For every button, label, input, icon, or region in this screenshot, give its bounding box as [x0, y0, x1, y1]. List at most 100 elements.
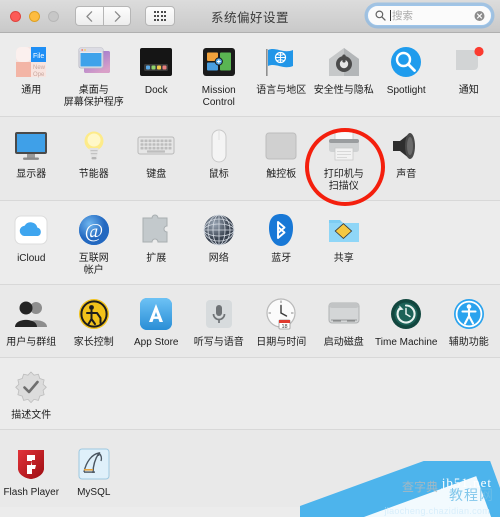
pref-item-flash-player[interactable]: Flash Player: [0, 444, 63, 499]
pref-item-label: 触控板: [266, 169, 297, 180]
pref-item-time-machine[interactable]: Time Machine: [375, 294, 438, 349]
hardware-row: 显示器 节能器 键盘 鼠标 触控板 打印机与 扫描仪 声音: [0, 117, 500, 201]
internet-accounts-icon: @: [74, 210, 114, 250]
pref-item-label: 描述文件: [11, 409, 52, 421]
forward-button[interactable]: [103, 6, 131, 26]
accessibility-icon: [449, 294, 489, 334]
pref-item-label: 声音: [396, 169, 417, 180]
flash-player-icon: [11, 444, 51, 484]
pref-item-label: iCloud: [17, 253, 46, 264]
desktop-screensaver-icon: [74, 42, 114, 82]
sound-icon: [386, 126, 426, 166]
pref-item-internet-accounts[interactable]: @ 互联网 帐户: [63, 210, 126, 276]
pref-item-label: 打印机与 扫描仪: [323, 169, 364, 192]
svg-text:Ope: Ope: [33, 72, 45, 78]
mission-control-icon: [199, 42, 239, 82]
pref-item-app-store[interactable]: App Store: [125, 294, 188, 349]
pref-item-bluetooth[interactable]: 蓝牙: [250, 210, 313, 276]
pref-item-spotlight[interactable]: Spotlight: [375, 42, 438, 108]
pref-item-accessibility[interactable]: 辅助功能: [438, 294, 500, 349]
mysql-icon: [74, 444, 114, 484]
search-input[interactable]: 搜索: [367, 5, 492, 26]
pref-item-language-region[interactable]: 语言与地区: [250, 42, 313, 108]
pref-item-sound[interactable]: 声音: [375, 126, 438, 192]
pref-item-label: 辅助功能: [448, 337, 489, 348]
pref-item-extensions[interactable]: 扩展: [125, 210, 188, 276]
svg-text:18: 18: [282, 324, 288, 330]
chevron-left-icon: [86, 10, 93, 22]
general-icon: File New Ope: [11, 42, 51, 82]
pref-item-network[interactable]: 网络: [188, 210, 251, 276]
pref-item-label: 扩展: [146, 253, 167, 264]
pref-item-profiles[interactable]: 描述文件: [0, 367, 63, 422]
printers-scanners-icon: [324, 126, 364, 166]
search-field-wrapper[interactable]: 搜索: [367, 5, 492, 26]
pref-item-sharing[interactable]: 共享: [313, 210, 376, 276]
pref-item-mysql[interactable]: MySQL: [63, 444, 126, 499]
pref-item-label: 蓝牙: [271, 253, 292, 264]
pref-item-label: 键盘: [146, 169, 167, 180]
pref-item-icloud[interactable]: iCloud: [0, 210, 63, 276]
users-groups-icon: [11, 294, 51, 334]
pref-item-label: 网络: [208, 253, 229, 264]
pref-item-general[interactable]: File New Ope 通用: [0, 42, 63, 108]
pref-item-startup-disk[interactable]: 启动磁盘: [313, 294, 376, 349]
profiles-row: 描述文件: [0, 357, 500, 430]
show-all-button[interactable]: [145, 6, 175, 26]
pref-item-date-time[interactable]: 18 日期与时间: [250, 294, 313, 349]
spotlight-icon: [386, 42, 426, 82]
pref-item-label: 共享: [333, 253, 354, 264]
pref-item-label: 通知: [458, 85, 479, 96]
back-button[interactable]: [75, 6, 103, 26]
chevron-right-icon: [114, 10, 121, 22]
third-party-row: Flash Player MySQL: [0, 430, 500, 507]
date-time-icon: 18: [261, 294, 301, 334]
pref-item-notifications[interactable]: 通知: [438, 42, 500, 108]
pref-item-label: 日期与时间: [256, 337, 307, 348]
pref-item-security-privacy[interactable]: 安全性与隐私: [313, 42, 376, 108]
pref-item-keyboard[interactable]: 键盘: [125, 126, 188, 192]
dictation-speech-icon: [199, 294, 239, 334]
pref-item-label: 安全性与隐私: [313, 85, 374, 96]
pref-item-mission-control[interactable]: Mission Control: [188, 42, 251, 108]
pref-item-energy-saver[interactable]: 节能器: [63, 126, 126, 192]
language-region-icon: [261, 42, 301, 82]
minimize-button[interactable]: [29, 10, 40, 22]
parental-controls-icon: [74, 294, 114, 334]
pref-item-parental-controls[interactable]: 家长控制: [63, 294, 126, 349]
pref-item-desktop-screensaver[interactable]: 桌面与 屏幕保护程序: [63, 42, 126, 108]
system-preferences-window: 系统偏好设置 搜索 File New Ope 通用 桌面与 屏幕保护程序 Doc…: [0, 0, 500, 517]
security-privacy-icon: [324, 42, 364, 82]
pref-item-label: MySQL: [77, 487, 111, 498]
pref-item-label: Flash Player: [3, 487, 60, 498]
pref-item-users-groups[interactable]: 用户与群组: [0, 294, 63, 349]
mouse-icon: [199, 126, 239, 166]
pref-item-label: 通用: [21, 85, 42, 96]
text-caret: [390, 10, 391, 21]
pref-item-mouse[interactable]: 鼠标: [188, 126, 251, 192]
pref-item-label: Dock: [144, 85, 168, 96]
pref-item-label: Time Machine: [375, 337, 438, 348]
pref-item-label: 启动磁盘: [323, 337, 364, 348]
search-placeholder: 搜索: [392, 10, 413, 22]
pref-item-displays[interactable]: 显示器: [0, 126, 63, 192]
pref-item-dock[interactable]: Dock: [125, 42, 188, 108]
pref-item-printers-scanners[interactable]: 打印机与 扫描仪: [313, 126, 376, 192]
close-button[interactable]: [10, 10, 21, 22]
profiles-icon: [11, 367, 51, 407]
pref-item-dictation-speech[interactable]: 听写与语音: [188, 294, 251, 349]
pref-item-label: 桌面与 屏幕保护程序: [63, 85, 124, 108]
sharing-icon: [324, 210, 364, 250]
pref-item-trackpad[interactable]: 触控板: [250, 126, 313, 192]
personal-row: File New Ope 通用 桌面与 屏幕保护程序 Dock Mission …: [0, 33, 500, 117]
pref-item-label: 听写与语音: [193, 337, 244, 348]
trackpad-icon: [261, 126, 301, 166]
pref-item-label: 鼠标: [208, 169, 229, 180]
energy-saver-icon: [74, 126, 114, 166]
bluetooth-icon: [261, 210, 301, 250]
grid-icon: [153, 11, 167, 21]
pref-item-label: 语言与地区: [256, 85, 307, 96]
displays-icon: [11, 126, 51, 166]
clear-icon[interactable]: [474, 10, 485, 21]
pref-item-label: 互联网 帐户: [78, 253, 109, 276]
